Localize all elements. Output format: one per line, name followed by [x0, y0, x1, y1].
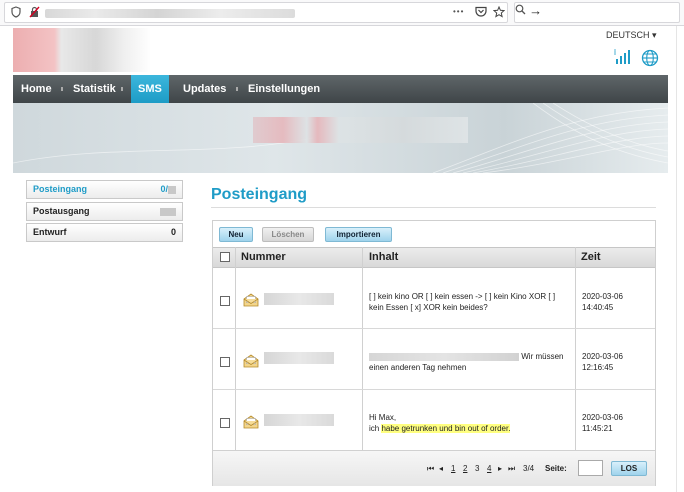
signal-strength-icon — [614, 49, 630, 64]
sender-number — [264, 414, 334, 426]
open-envelope-icon — [243, 293, 259, 307]
pagination: ⏮ ◂ 1 2 3 4 ▸ ⏭ 3/4 Seite: LOS — [213, 450, 655, 486]
page-edge — [676, 26, 677, 492]
column-header-number[interactable]: Nummer — [241, 248, 286, 267]
sidebar-item-label: Entwurf — [33, 227, 67, 237]
new-button[interactable]: Neu — [219, 227, 253, 242]
sidebar-item-posteingang[interactable]: Posteingang 0/ — [26, 180, 183, 199]
sidebar-item-label: Postausgang — [33, 206, 90, 216]
browser-toolbar: ••• → — [0, 0, 684, 26]
insecure-lock-icon[interactable] — [29, 6, 40, 21]
message-content: Hi Max, ich habe getrunken und bin out o… — [369, 413, 511, 433]
select-all-checkbox[interactable] — [220, 252, 230, 262]
inbox-panel: Neu Löschen Importieren Nummer Inhalt Ze… — [212, 220, 656, 486]
open-envelope-icon — [243, 354, 259, 368]
row-checkbox[interactable] — [220, 296, 230, 306]
sender-number — [264, 293, 334, 305]
url-text[interactable] — [45, 9, 295, 18]
column-header-time[interactable]: Zeit — [581, 248, 601, 267]
table-row[interactable]: Wir müssen einen anderen Tag nehmen 2020… — [213, 329, 655, 390]
page-link-4[interactable]: 4 — [487, 464, 491, 473]
sidebar-item-entwurf[interactable]: Entwurf 0 — [26, 223, 183, 242]
redacted-text — [369, 352, 519, 361]
page-number-input[interactable] — [578, 460, 603, 476]
shield-icon[interactable] — [11, 6, 21, 21]
sidebar-item-count — [160, 203, 176, 220]
bookmark-star-icon[interactable] — [492, 5, 506, 21]
column-header-content[interactable]: Inhalt — [369, 248, 398, 267]
last-page-icon[interactable]: ⏭ — [508, 464, 515, 474]
search-input[interactable]: → — [514, 2, 680, 23]
sidebar-item-label: Posteingang — [33, 184, 88, 194]
sidebar-item-postausgang[interactable]: Postausgang — [26, 202, 183, 221]
nav-separator — [236, 87, 238, 91]
table-row[interactable]: Hi Max, ich habe getrunken und bin out o… — [213, 390, 655, 451]
go-button[interactable]: LOS — [611, 461, 647, 476]
message-time: 2020-03-06 12:16:45 — [582, 352, 623, 372]
url-bar[interactable]: ••• — [4, 2, 508, 23]
more-icon[interactable]: ••• — [453, 7, 464, 16]
table-header: Nummer Inhalt Zeit — [213, 247, 655, 268]
nav-statistik[interactable]: Statistik — [73, 75, 116, 103]
logo — [13, 28, 151, 72]
page-label: Seite: — [545, 464, 567, 473]
message-content: [ ] kein kino OR [ ] kein essen -> [ ] k… — [369, 292, 556, 312]
page-title: Posteingang — [211, 186, 308, 203]
pocket-icon[interactable] — [475, 6, 487, 20]
prev-page-icon[interactable]: ◂ — [439, 464, 443, 473]
page-status: 3/4 — [523, 464, 535, 473]
message-time: 2020-03-06 14:40:45 — [582, 292, 623, 312]
import-button[interactable]: Importieren — [325, 227, 392, 242]
page-current-3: 3 — [475, 464, 480, 473]
message-content: Wir müssen einen anderen Tag nehmen — [369, 352, 564, 372]
nav-einstellungen[interactable]: Einstellungen — [248, 75, 320, 103]
title-divider — [211, 207, 656, 208]
page-link-1[interactable]: 1 — [451, 464, 455, 473]
row-checkbox[interactable] — [220, 357, 230, 367]
nav-separator — [121, 87, 123, 91]
main-nav: Home Statistik SMS Updates Einstellungen — [13, 75, 668, 103]
sidebar-item-count: 0/ — [160, 181, 176, 198]
search-icon — [515, 4, 529, 18]
page-link-2[interactable]: 2 — [463, 464, 467, 473]
globe-icon[interactable] — [641, 49, 659, 67]
nav-updates[interactable]: Updates — [183, 75, 226, 103]
sender-number — [264, 352, 334, 364]
language-selector[interactable]: DEUTSCH ▾ — [606, 30, 657, 41]
arrow-right-icon[interactable]: → — [529, 3, 542, 18]
nav-home[interactable]: Home — [21, 75, 52, 103]
sidebar-item-count: 0 — [170, 227, 176, 237]
header-banner — [13, 103, 668, 173]
delete-button[interactable]: Löschen — [262, 227, 314, 242]
nav-sms[interactable]: SMS — [131, 75, 169, 103]
first-page-icon[interactable]: ⏮ — [427, 464, 434, 474]
row-checkbox[interactable] — [220, 418, 230, 428]
open-envelope-icon — [243, 415, 259, 429]
message-time: 2020-03-06 11:45:21 — [582, 413, 623, 433]
nav-separator — [61, 87, 63, 91]
banner-text — [253, 117, 468, 143]
table-row[interactable]: [ ] kein kino OR [ ] kein essen -> [ ] k… — [213, 268, 655, 329]
next-page-icon[interactable]: ▸ — [498, 464, 502, 473]
